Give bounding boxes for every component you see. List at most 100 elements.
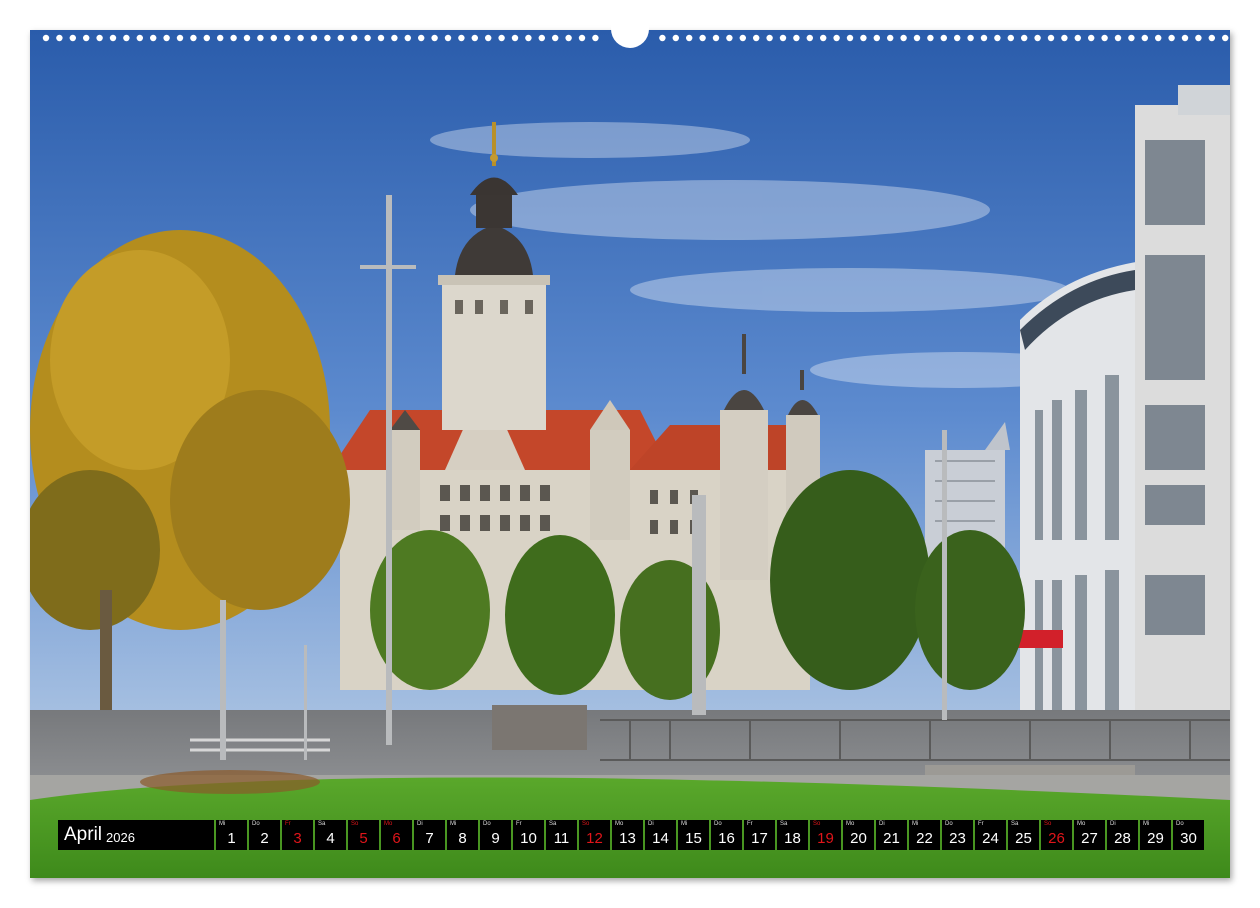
- binding-hole: [552, 34, 559, 42]
- binding-hole: [364, 34, 371, 42]
- binding-hole: [1101, 34, 1108, 42]
- binding-hole: [954, 34, 961, 42]
- weekday-label: Sa: [780, 821, 788, 827]
- fallen-leaves: [140, 770, 320, 794]
- weekday-label: Do: [1176, 821, 1184, 827]
- binding-hole: [806, 34, 813, 42]
- day-number: 17: [751, 830, 768, 847]
- binding-hole: [940, 34, 947, 42]
- weekday-label: Sa: [1011, 821, 1019, 827]
- binding-hole: [163, 34, 170, 42]
- binding-hole: [793, 34, 800, 42]
- weekday-label: Di: [648, 821, 654, 827]
- weekday-label: Do: [945, 821, 953, 827]
- day-cell: Mi 15: [678, 820, 709, 850]
- weekday-label: Fr: [516, 821, 522, 827]
- binding-hole: [230, 34, 237, 42]
- binding-hole: [377, 34, 385, 42]
- day-number: 7: [425, 830, 434, 847]
- calendar-strip: April 2026 Mi 1 Do 2 Fr 3 Sa 4 So 5 Mo 6 Di 7 Mi 8 Do 9 Fr…: [58, 820, 1204, 850]
- binding-hole: [1034, 34, 1041, 42]
- binding-hole: [404, 34, 411, 42]
- day-number: 11: [553, 830, 570, 847]
- binding-hole: [42, 34, 50, 42]
- binding-hole: [56, 34, 63, 42]
- day-cell: Di 28: [1107, 820, 1138, 850]
- weekday-label: Di: [417, 821, 423, 827]
- day-number: 19: [817, 830, 834, 847]
- binding-hole: [1007, 34, 1014, 42]
- day-cell: So 19: [810, 820, 841, 850]
- day-number: 8: [458, 830, 467, 847]
- weekday-label: Mi: [1143, 821, 1150, 827]
- binding-hole: [418, 34, 425, 42]
- day-cell: Mo 20: [843, 820, 874, 850]
- day-cell: So 26: [1041, 820, 1072, 850]
- weekday-label: Mi: [219, 821, 226, 827]
- weekday-label: Mi: [912, 821, 919, 827]
- binding-hole: [1208, 34, 1216, 42]
- binding-hole: [592, 34, 599, 42]
- binding-hole: [1168, 34, 1175, 42]
- weekday-label: Do: [483, 821, 491, 827]
- binding-hole: [699, 34, 706, 42]
- weekday-label: Sa: [549, 821, 557, 827]
- binding-hole: [69, 34, 76, 42]
- binding-hole: [444, 34, 452, 42]
- binding-hole: [913, 34, 921, 42]
- weekday-label: Di: [879, 821, 885, 827]
- binding-hole: [1047, 34, 1055, 42]
- binding-hole: [297, 34, 304, 42]
- weekday-label: Fr: [747, 821, 753, 827]
- day-number: 15: [685, 830, 702, 847]
- binding-hole: [873, 34, 880, 42]
- binding-hole: [1195, 34, 1202, 42]
- binding-hole: [458, 34, 465, 42]
- day-cell: Do 23: [942, 820, 973, 850]
- binding-hole: [511, 34, 519, 42]
- binding-hole: [351, 34, 358, 42]
- day-number: 23: [949, 830, 966, 847]
- day-number: 1: [227, 830, 236, 847]
- day-number: 27: [1081, 830, 1098, 847]
- binding-hole: [1088, 34, 1095, 42]
- binding-hole: [243, 34, 251, 42]
- day-number: 30: [1180, 830, 1197, 847]
- binding-hole: [712, 34, 720, 42]
- binding-hole: [471, 34, 478, 42]
- day-number: 10: [520, 830, 537, 847]
- binding-hole: [217, 34, 224, 42]
- binding-hole: [257, 34, 264, 42]
- weekday-label: So: [582, 821, 590, 827]
- binding-hole: [1114, 34, 1122, 42]
- binding-hole: [887, 34, 894, 42]
- weekday-label: Mi: [450, 821, 457, 827]
- weekday-label: Do: [714, 821, 722, 827]
- day-number: 6: [392, 830, 401, 847]
- binding-hole: [270, 34, 277, 42]
- weekday-label: Mo: [384, 821, 393, 827]
- weekday-label: Fr: [285, 821, 291, 827]
- binding-hole: [1155, 34, 1162, 42]
- day-cell: So 12: [579, 820, 610, 850]
- day-number: 26: [1048, 830, 1065, 847]
- month-name: April: [64, 824, 103, 845]
- binding-hole: [431, 34, 438, 42]
- binding-hole: [779, 34, 787, 42]
- binding-hole: [391, 34, 398, 42]
- weekday-label: Sa: [318, 821, 326, 827]
- day-cell: Fr 24: [975, 820, 1006, 850]
- binding-hole: [136, 34, 143, 42]
- day-number: 2: [260, 830, 269, 847]
- day-number: 9: [491, 830, 500, 847]
- binding-hole: [820, 34, 827, 42]
- binding-hole: [753, 34, 760, 42]
- binding-hole: [123, 34, 130, 42]
- day-number: 25: [1015, 830, 1032, 847]
- weekday-label: Do: [252, 821, 260, 827]
- weekday-label: Mo: [1077, 821, 1086, 827]
- binding-hole: [96, 34, 103, 42]
- month-label: April 2026: [58, 820, 214, 850]
- binding-hole: [109, 34, 117, 42]
- day-cell: Do 30: [1173, 820, 1204, 850]
